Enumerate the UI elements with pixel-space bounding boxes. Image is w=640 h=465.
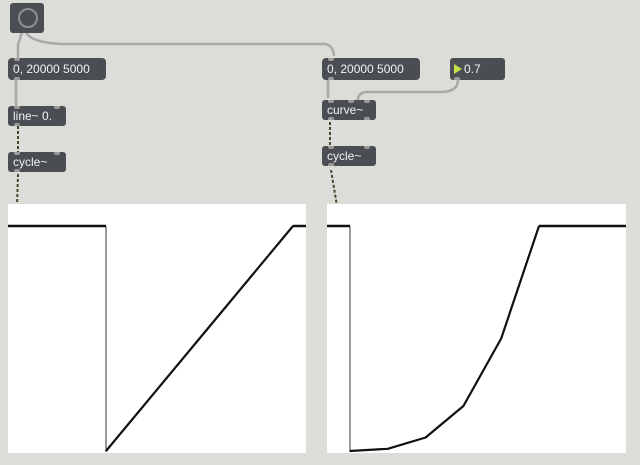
bang-button[interactable] — [10, 3, 44, 33]
object-inlet[interactable] — [348, 100, 354, 103]
trace-point — [292, 225, 294, 227]
message-inlet[interactable] — [14, 58, 20, 61]
signal-cord-cycle-to-left-scope — [16, 173, 19, 207]
scope-right-plot — [327, 224, 626, 453]
object-inlet[interactable] — [14, 152, 20, 155]
cord-bang-to-right-message — [24, 31, 336, 57]
cord-number-to-curve — [356, 79, 460, 101]
object-outlet[interactable] — [14, 169, 20, 172]
trace-point — [349, 450, 351, 452]
message-box-left-range[interactable]: 0, 20000 5000 — [8, 58, 106, 80]
trace-point — [462, 405, 465, 407]
curve-tilde-object[interactable]: curve~ — [322, 100, 376, 120]
message-outlet[interactable] — [328, 77, 334, 80]
trace-point — [198, 337, 201, 340]
object-label: line~ 0. — [13, 109, 53, 123]
object-label: cycle~ — [327, 149, 362, 163]
message-box-right-range[interactable]: 0, 20000 5000 — [322, 58, 420, 80]
message-text: 0, 20000 5000 — [13, 62, 90, 76]
trace-point — [500, 337, 502, 340]
cycle-tilde-object-left[interactable]: cycle~ — [8, 152, 66, 172]
line-tilde-object[interactable]: line~ 0. — [8, 106, 66, 126]
object-inlet[interactable] — [54, 106, 60, 109]
cycle-tilde-object-right[interactable]: cycle~ — [322, 146, 376, 166]
object-inlet[interactable] — [54, 152, 60, 155]
number-outlet[interactable] — [454, 77, 460, 80]
object-outlet[interactable] — [328, 117, 334, 120]
number-box[interactable]: 0.7 — [450, 58, 505, 80]
object-label: cycle~ — [13, 155, 48, 169]
trace-series — [349, 225, 541, 453]
scope-left-plot — [8, 224, 306, 452]
message-text: 0, 20000 5000 — [327, 62, 404, 76]
object-inlet[interactable] — [364, 146, 370, 149]
object-inlet[interactable] — [328, 146, 334, 149]
object-inlet[interactable] — [364, 100, 370, 103]
trace-point — [538, 225, 540, 227]
number-value: 0.7 — [464, 62, 481, 76]
object-inlet[interactable] — [328, 100, 334, 103]
message-inlet[interactable] — [328, 58, 334, 61]
trace-point — [105, 450, 107, 452]
bang-circle-icon — [18, 8, 38, 28]
object-outlet[interactable] — [364, 117, 370, 120]
cord-bang-to-left-message — [16, 31, 24, 58]
trace-point — [424, 436, 427, 439]
message-outlet[interactable] — [14, 77, 20, 80]
scope-left[interactable] — [8, 204, 306, 453]
object-outlet[interactable] — [14, 123, 20, 126]
object-outlet[interactable] — [328, 163, 334, 166]
object-label: curve~ — [327, 103, 364, 117]
trace-point — [387, 447, 389, 450]
scope-right[interactable] — [327, 204, 626, 453]
signal-cord-cycle-to-right-scope — [330, 169, 338, 207]
number-triangle-icon — [454, 64, 462, 74]
object-inlet[interactable] — [14, 106, 20, 109]
